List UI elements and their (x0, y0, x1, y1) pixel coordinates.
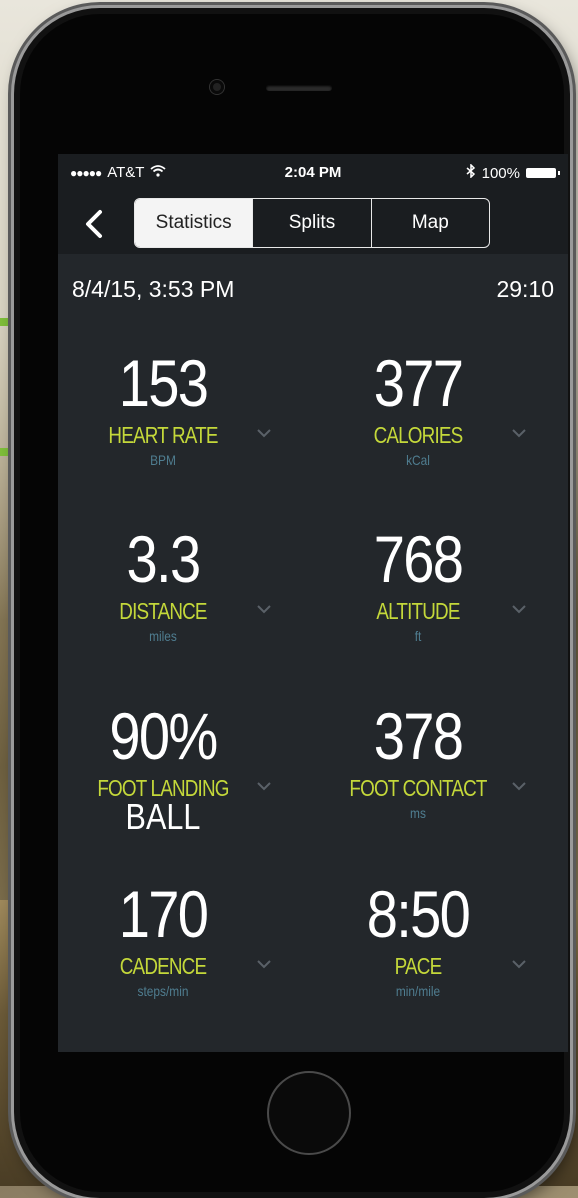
stat-cadence[interactable]: 170 CADENCE steps/min (58, 865, 313, 1040)
tab-map[interactable]: Map (370, 199, 489, 247)
chevron-down-icon[interactable] (511, 426, 527, 438)
chevron-down-icon[interactable] (256, 779, 272, 791)
chevron-left-icon (86, 210, 102, 238)
stat-unit: miles (149, 628, 177, 644)
background-marking (0, 448, 14, 456)
stat-foot-contact[interactable]: 378 FOOT CONTACT ms (313, 687, 568, 862)
chevron-down-icon[interactable] (511, 957, 527, 969)
workout-info-row: 8/4/15, 3:53 PM 29:10 (58, 264, 568, 314)
home-button[interactable] (267, 1071, 351, 1155)
navigation-bar: Statistics Splits Map (58, 192, 568, 254)
front-camera (210, 80, 224, 94)
stat-value: 3.3 (126, 522, 202, 596)
status-right: 100% (466, 163, 560, 182)
stat-calories[interactable]: 377 CALORIES kCal (313, 334, 568, 509)
stat-distance[interactable]: 3.3 DISTANCE miles (58, 510, 313, 685)
background-marking (0, 318, 14, 326)
stat-unit: BPM (150, 452, 176, 468)
stat-altitude[interactable]: 768 ALTITUDE ft (313, 510, 568, 685)
stat-foot-landing[interactable]: 90% BALL FOOT LANDING (58, 687, 313, 862)
bluetooth-icon (466, 163, 476, 182)
chevron-down-icon[interactable] (256, 426, 272, 438)
stat-label: ALTITUDE (376, 598, 460, 624)
stat-value: 170 (118, 877, 209, 951)
stat-label: FOOT LANDING (97, 775, 229, 801)
workout-duration: 29:10 (496, 276, 554, 302)
view-segmented-control: Statistics Splits Map (134, 198, 490, 248)
chevron-down-icon[interactable] (511, 779, 527, 791)
stat-unit: min/mile (395, 983, 441, 999)
chevron-down-icon[interactable] (256, 957, 272, 969)
status-bar: ●●●●● AT&T 2:04 PM 100% (58, 154, 568, 192)
stat-value: 377 (373, 346, 464, 420)
stat-unit: ms (410, 805, 426, 821)
stat-value: 768 (373, 522, 464, 596)
stat-label: DISTANCE (119, 598, 207, 624)
stat-label: CALORIES (373, 422, 464, 448)
stat-value: 8:50 (366, 877, 471, 951)
tab-statistics[interactable]: Statistics (135, 199, 253, 247)
stat-value: 378 (373, 699, 464, 773)
battery-icon (526, 168, 560, 178)
stat-unit: ft (414, 628, 422, 644)
stat-label: PACE (394, 953, 443, 979)
stat-value-suffix: BALL (125, 796, 201, 837)
back-button[interactable] (80, 204, 110, 244)
stat-heart-rate[interactable]: 153 HEART RATE BPM (58, 334, 313, 509)
stat-label: FOOT CONTACT (349, 775, 487, 801)
stat-label: HEART RATE (108, 422, 218, 448)
workout-date: 8/4/15, 3:53 PM (72, 276, 235, 302)
battery-percent: 100% (481, 164, 520, 182)
tab-splits[interactable]: Splits (252, 199, 370, 247)
stat-label: CADENCE (119, 953, 207, 979)
chevron-down-icon[interactable] (256, 602, 272, 614)
stat-value: 153 (118, 346, 209, 420)
stat-unit: steps/min (137, 983, 189, 999)
chevron-down-icon[interactable] (511, 602, 527, 614)
app-screen: ●●●●● AT&T 2:04 PM 100% Statistics Split… (58, 154, 568, 1052)
earpiece-speaker (266, 85, 332, 91)
stat-pace[interactable]: 8:50 PACE min/mile (313, 865, 568, 1040)
phone-frame: ●●●●● AT&T 2:04 PM 100% Statistics Split… (14, 8, 570, 1198)
stat-unit: kCal (406, 452, 430, 468)
